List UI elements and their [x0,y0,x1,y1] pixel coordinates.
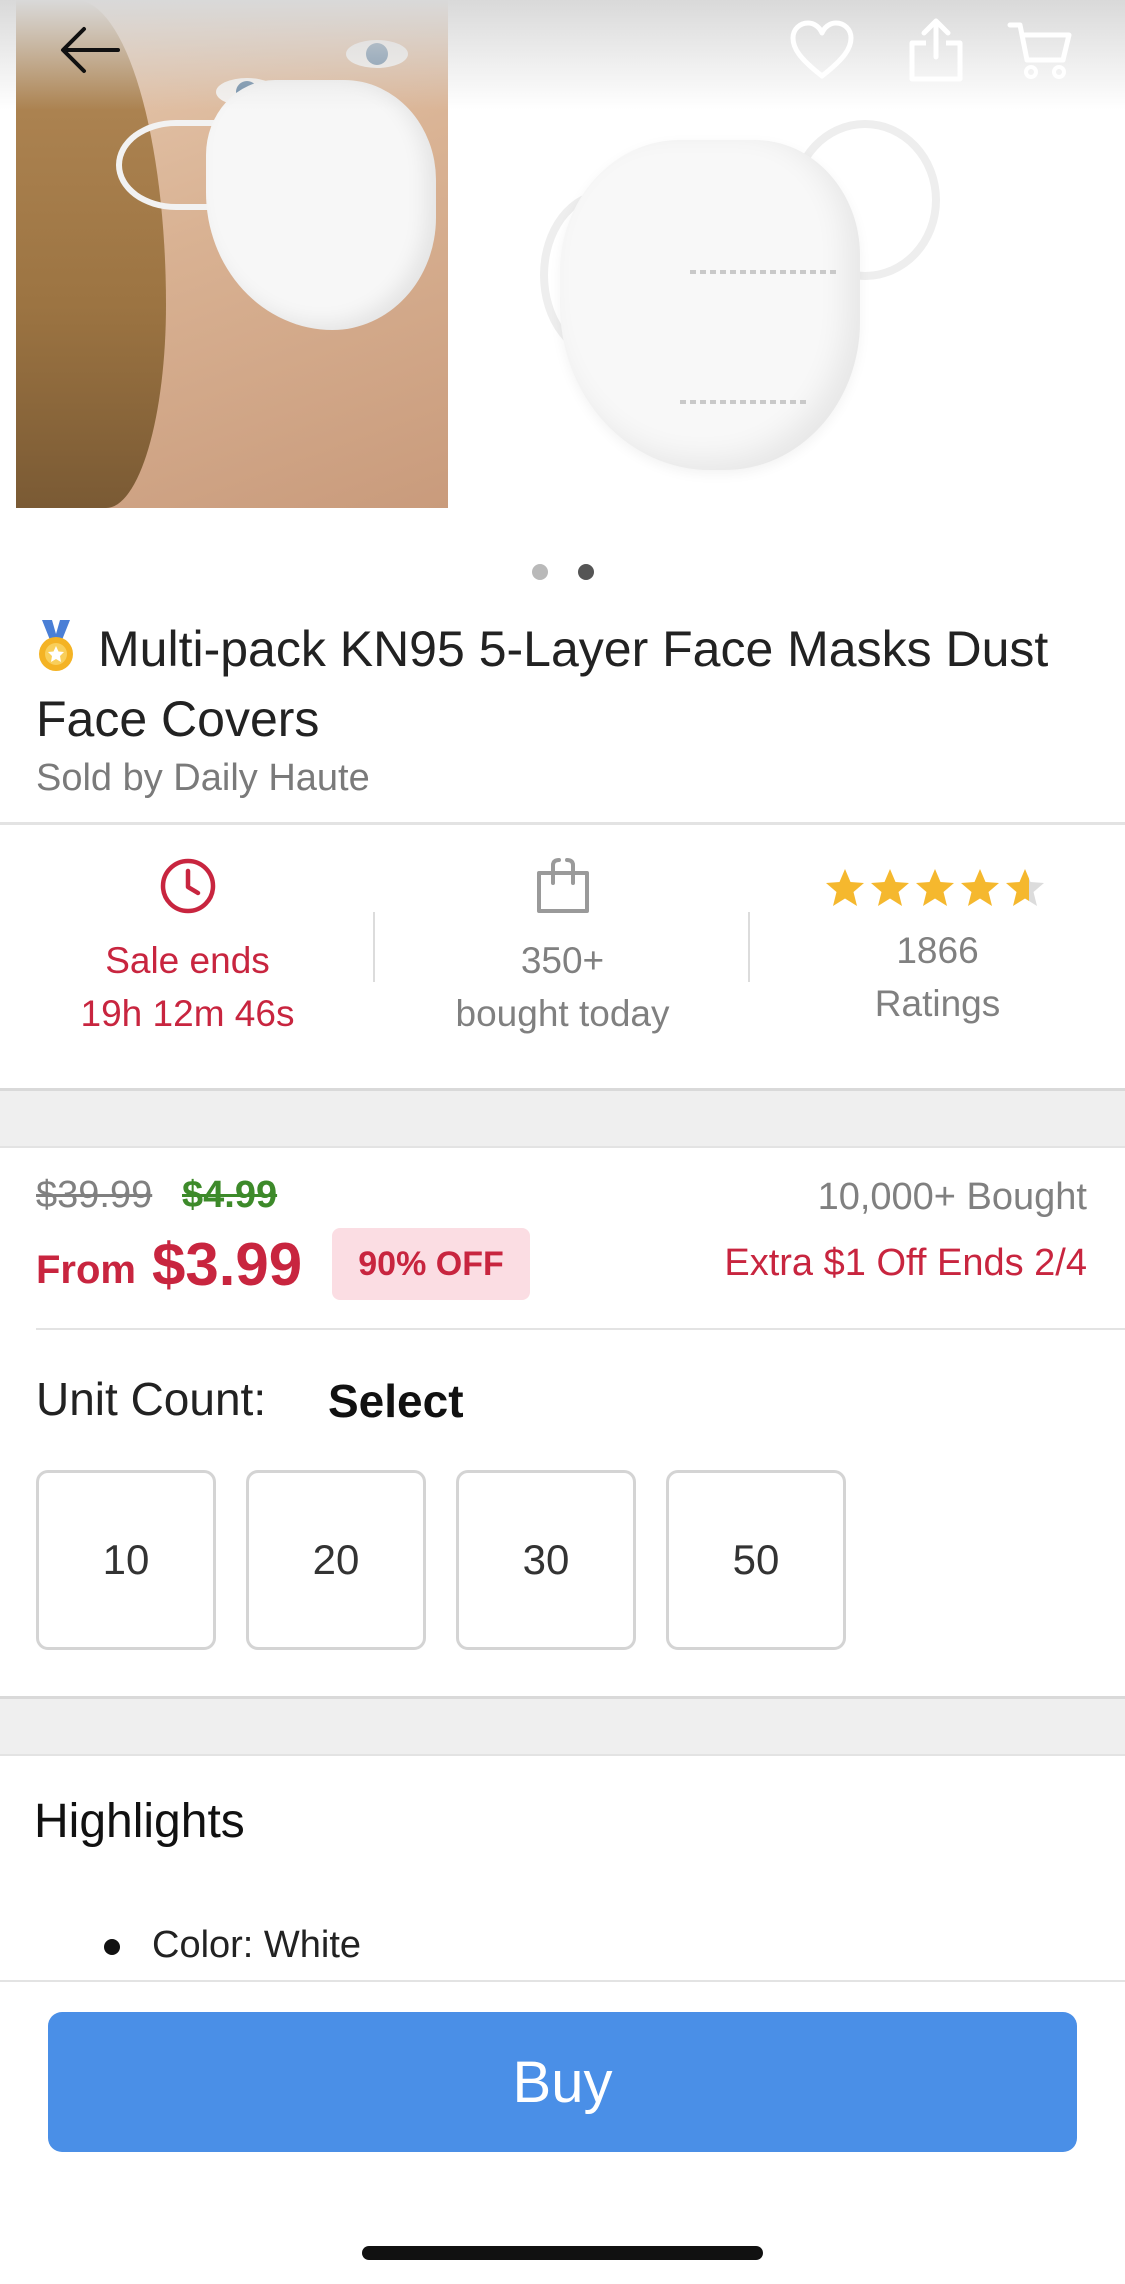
carousel-dot-active[interactable] [577,564,594,580]
shopping-bag-icon [536,858,589,913]
star-icon [825,869,864,906]
section-divider [0,1696,1125,1756]
product-title-text: Multi-pack KN95 5-Layer Face Masks Dust … [36,621,1049,747]
seller-name[interactable]: Sold by Daily Haute [36,757,370,800]
promo-text: Extra $1 Off Ends 2/4 [724,1242,1087,1284]
unit-option-10[interactable]: 10 [36,1470,216,1650]
unit-count-selected: Select [328,1375,464,1427]
discount-badge: 90% OFF [332,1228,530,1300]
star-icon [915,869,954,906]
original-price: $39.99 [36,1174,153,1216]
cart-icon[interactable] [1004,14,1076,86]
product-image-carousel[interactable] [0,0,1125,530]
buy-button[interactable]: Buy [48,2012,1077,2152]
mask-product-photo [560,140,860,470]
ratings-count: 1866 [896,930,979,971]
sale-timer: Sale ends 19h 12m 46s [0,852,375,1040]
unit-count-label: Unit Count: [36,1373,267,1425]
bought-today-label: bought today [455,993,670,1034]
bought-today-stat: 350+ bought today [375,852,750,1040]
star-icon [960,869,999,906]
unit-option-20[interactable]: 20 [246,1470,426,1650]
was-price: $4.99 [182,1174,278,1216]
sale-ends-label: Sale ends [105,940,270,981]
ratings-stat[interactable]: 1866 Ratings [750,858,1125,1030]
unit-option-50[interactable]: 50 [666,1470,846,1650]
current-price: $3.99 [152,1231,303,1298]
total-bought-count: 10,000+ Bought [817,1176,1087,1218]
bullet-icon [104,1939,120,1955]
back-arrow-icon[interactable] [54,14,126,86]
price-from-label: From [36,1248,136,1292]
half-star-icon [1005,869,1044,906]
star-rating [750,858,1125,918]
share-icon[interactable] [900,14,972,86]
star-icon [870,869,909,906]
sale-countdown: 19h 12m 46s [80,993,295,1034]
product-title: Multi-pack KN95 5-Layer Face Masks Dust … [36,614,1096,754]
carousel-dot[interactable] [531,564,548,580]
bought-today-count: 350+ [520,940,605,981]
section-divider [0,1088,1125,1148]
carousel-pagination [0,564,1125,584]
ratings-label: Ratings [874,983,1001,1024]
highlight-item: Color: White [152,1924,362,1966]
clock-icon [160,858,215,914]
home-indicator[interactable] [362,2246,763,2260]
medal-icon [36,620,76,671]
unit-option-30[interactable]: 30 [456,1470,636,1650]
heart-icon[interactable] [786,14,858,86]
highlights-heading: Highlights [34,1795,245,1848]
